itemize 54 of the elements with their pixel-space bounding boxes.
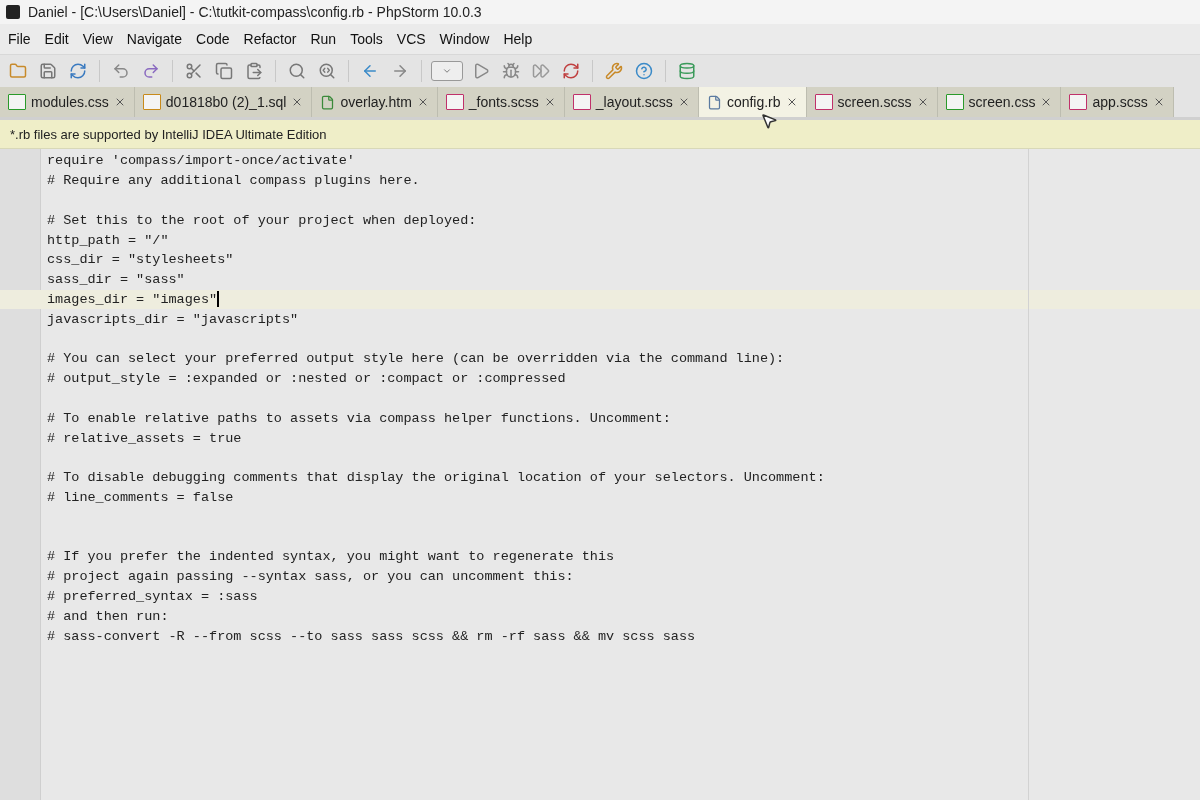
file-icon — [320, 94, 336, 110]
code-line: javascripts_dir = "javascripts" — [47, 311, 299, 327]
code-line: # To disable debugging comments that display the original location of your selectors. Uncomment: — [47, 470, 825, 486]
editor-tab[interactable]: screen.css — [937, 87, 1062, 117]
code-line: # If you prefer the indented syntax, you might want to regenerate this — [47, 549, 615, 565]
menu-item[interactable]: Window — [439, 31, 490, 47]
menu-item[interactable]: Edit — [44, 31, 69, 47]
editor-tab[interactable]: overlay.htm — [312, 87, 438, 117]
menu-item[interactable]: Navigate — [126, 31, 183, 47]
code-line: sass_dir = "sass" — [47, 272, 185, 288]
code-line: # preferred_syntax = :sass — [47, 588, 258, 604]
file-type-icon — [1069, 94, 1088, 110]
code-line: # and then run: — [47, 608, 169, 624]
menu-item[interactable]: Code — [196, 31, 230, 47]
editor-tab[interactable]: config.rb — [698, 87, 807, 117]
code-line: # Set this to the root of your project when deployed: — [47, 212, 477, 228]
menu-item[interactable]: Refactor — [243, 31, 297, 47]
app-icon — [6, 5, 20, 19]
menu-item[interactable]: File — [8, 31, 31, 47]
window-title: Daniel - [C:\Users\Daniel] - C:\tutkit-compass\config.rb - PhpStorm 10.0.3 — [28, 4, 482, 20]
code-line: images_dir = "images" — [47, 291, 218, 307]
code-line: # Require any additional compass plugins here. — [47, 173, 420, 189]
file-type-icon — [8, 94, 26, 110]
file-type-icon — [814, 94, 833, 110]
run-config-dropdown[interactable] — [431, 61, 463, 81]
code-line: # You can select your preferred output style here (can be overridden via the command line): — [47, 351, 785, 367]
menu-item[interactable]: Tools — [350, 31, 383, 47]
menu-item[interactable]: VCS — [396, 31, 426, 47]
menu-item[interactable]: View — [82, 31, 113, 47]
editor-tab[interactable]: modules.css — [0, 87, 135, 117]
code-line: # To enable relative paths to assets via compass helper functions. Uncomment: — [47, 410, 671, 426]
file-type-icon — [945, 94, 964, 110]
caret-icon — [442, 66, 452, 76]
code-line: css_dir = "stylesheets" — [47, 252, 234, 268]
code-line: # project again passing --syntax sass, or you can uncomment this: — [47, 569, 574, 585]
file-type-icon — [445, 94, 464, 110]
editor-tab[interactable]: _layout.scss — [564, 87, 699, 117]
code-line: # line_comments = false — [47, 489, 234, 505]
editor-tab[interactable]: d01818b0 (2)_1.sql — [134, 87, 313, 117]
file-icon — [706, 94, 722, 110]
editor-tab[interactable]: screen.scss — [806, 87, 938, 117]
code-line: require 'compass/import-once/activate' — [47, 153, 355, 169]
code-line: # output_style = :expanded or :nested or :compact or :compressed — [47, 371, 566, 387]
file-type-icon — [142, 94, 161, 110]
code-line: # relative_assets = true — [47, 430, 242, 446]
file-type-icon — [572, 94, 591, 110]
code-line: http_path = "/" — [47, 232, 169, 248]
editor-tab[interactable]: _fonts.scss — [437, 87, 565, 117]
notification-text: *.rb files are supported by IntelliJ IDEA Ultimate Edition — [10, 126, 327, 142]
editor-tab[interactable]: app.scss — [1061, 87, 1174, 117]
code-line: # sass-convert -R --from scss --to sass sass scss && rm -rf sass && mv scss sass — [47, 628, 696, 644]
text-caret — [217, 291, 220, 308]
menu-item[interactable]: Help — [503, 31, 533, 47]
menu-item[interactable]: Run — [310, 31, 337, 47]
